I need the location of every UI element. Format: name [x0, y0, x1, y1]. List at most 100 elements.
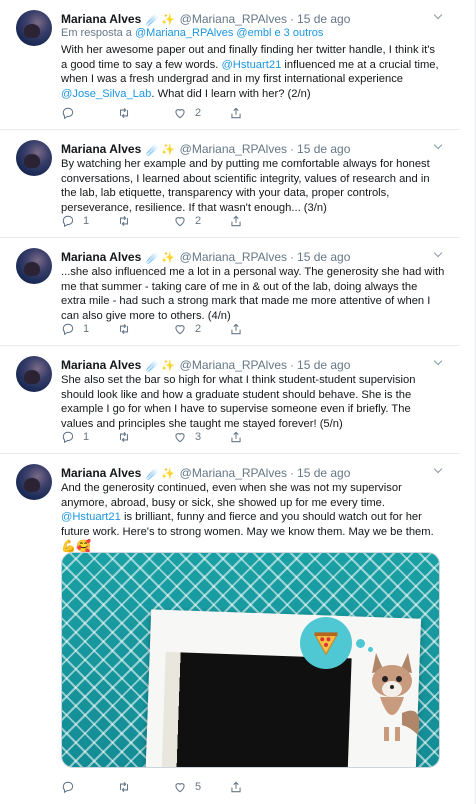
heart-icon [175, 433, 185, 443]
author-handle[interactable]: @Mariana_RPAlves [180, 358, 287, 372]
tweet-2[interactable]: Mariana Alves ☄️✨ @Mariana_RPAlves · 15 … [0, 0, 460, 130]
avatar[interactable] [16, 464, 52, 500]
text-line: extra mile - had such a strong mark that… [61, 295, 431, 307]
heart-icon [175, 325, 185, 335]
author-handle[interactable]: @Mariana_RPAlves [180, 142, 287, 156]
retweet-button[interactable] [117, 430, 139, 444]
like-button[interactable]: 3 [173, 430, 201, 444]
text-line: And the generosity continued, even when … [61, 482, 402, 494]
separator: · [290, 142, 295, 156]
avatar[interactable] [16, 248, 52, 284]
reply-prefix: Em resposta a [61, 27, 135, 39]
retweet-button[interactable] [117, 106, 139, 120]
author-name[interactable]: Mariana Alves [61, 142, 141, 156]
tweet-actions: 1 3 [61, 430, 301, 448]
tweet-text: With her awesome paper out and finally f… [61, 43, 445, 101]
tweet-actions: 2 [61, 106, 301, 124]
author-handle[interactable]: @Mariana_RPAlves [180, 250, 287, 264]
reply-button[interactable]: 1 [61, 214, 89, 228]
like-button[interactable]: 5 [173, 780, 201, 794]
chevron-down-icon[interactable] [432, 249, 444, 261]
text-line: With her awesome paper out and finally f… [61, 44, 436, 56]
chevron-down-icon[interactable] [432, 465, 444, 477]
separator: · [290, 12, 295, 26]
tweet-date[interactable]: 15 de ago [297, 12, 350, 26]
retweet-icon [119, 215, 129, 227]
like-count: 2 [195, 107, 202, 119]
author-emojis: ☄️✨ [146, 467, 176, 480]
like-button[interactable]: 2 [173, 214, 201, 228]
text-line: perseverance, resilience. If that wasn't… [61, 201, 327, 214]
author-handle[interactable]: @Mariana_RPAlves [180, 12, 287, 26]
share-icon [231, 781, 241, 793]
heart-icon [175, 783, 185, 793]
text-line: ...she also influenced me a lot in a per… [61, 266, 445, 278]
mention-link[interactable]: @Hstuart21 [61, 511, 121, 523]
tweet-4[interactable]: Mariana Alves ☄️✨ @Mariana_RPAlves · 15 … [0, 238, 460, 346]
tweet-actions: 5 [61, 780, 301, 798]
tweet-date[interactable]: 15 de ago [297, 358, 350, 372]
author-handle[interactable]: @Mariana_RPAlves [180, 466, 287, 480]
tweet-text: And the generosity continued, even when … [61, 481, 445, 554]
like-count: 5 [195, 781, 202, 793]
text-line: She also set the bar so high for what I … [61, 374, 416, 386]
like-count: 2 [195, 323, 202, 335]
share-button[interactable] [229, 430, 251, 444]
tweet-text: By watching her example and by putting m… [61, 157, 445, 215]
avatar[interactable] [16, 10, 52, 46]
author-name[interactable]: Mariana Alves [61, 250, 141, 264]
like-count: 2 [195, 215, 202, 227]
author-emojis: ☄️✨ [146, 359, 176, 372]
like-button[interactable]: 2 [173, 322, 201, 336]
reply-icon [62, 107, 74, 120]
reply-button[interactable]: 1 [61, 430, 89, 444]
retweet-button[interactable] [117, 322, 139, 336]
avatar[interactable] [16, 356, 52, 392]
reply-button[interactable] [61, 780, 83, 794]
reply-mentions-link[interactable]: @Mariana_RPAlves @embl e 3 outros [135, 27, 323, 39]
reply-button[interactable]: 1 [61, 322, 89, 336]
reply-button[interactable] [61, 106, 83, 120]
author-name[interactable]: Mariana Alves [61, 12, 141, 26]
share-button[interactable] [229, 322, 251, 336]
like-button[interactable]: 2 [173, 106, 201, 120]
tweet-date[interactable]: 15 de ago [297, 250, 350, 264]
mention-link[interactable]: @Hstuart21 [221, 59, 281, 71]
fox-sticker-icon [372, 653, 420, 741]
text-line: values and principles she taught me stay… [61, 417, 343, 430]
tweet-3[interactable]: Mariana Alves ☄️✨ @Mariana_RPAlves · 15 … [0, 130, 460, 238]
reply-count: 1 [83, 215, 90, 227]
tweet-date[interactable]: 15 de ago [297, 142, 350, 156]
text-line: @Hstuart21 is brilliant, funny and fierc… [61, 511, 422, 523]
author-name[interactable]: Mariana Alves [61, 358, 141, 372]
tweet-date[interactable]: 15 de ago [297, 466, 350, 480]
text-line: can also give more to others. (4/n) [61, 309, 231, 322]
mention-link[interactable]: @Jose_Silva_Lab [61, 88, 151, 100]
chevron-down-icon[interactable] [432, 11, 444, 23]
share-icon [231, 107, 241, 119]
tweet-header: Mariana Alves ☄️✨ @Mariana_RPAlves · 15 … [61, 248, 430, 266]
share-button[interactable] [229, 106, 251, 120]
share-button[interactable] [229, 780, 251, 794]
tweet-header: Mariana Alves ☄️✨ @Mariana_RPAlves · 15 … [61, 464, 430, 482]
separator: · [290, 358, 295, 372]
tweet-actions: 1 2 [61, 214, 301, 232]
author-name[interactable]: Mariana Alves [61, 466, 141, 480]
text-line: @Jose_Silva_Lab. What did I learn with h… [61, 87, 311, 100]
tweet-5[interactable]: Mariana Alves ☄️✨ @Mariana_RPAlves · 15 … [0, 346, 460, 454]
tweet-photo[interactable] [61, 552, 440, 768]
chevron-down-icon[interactable] [432, 141, 444, 153]
tweet-text: ...she also influenced me a lot in a per… [61, 265, 445, 323]
reply-context: Em resposta a @Mariana_RPAlves @embl e 3… [61, 27, 323, 39]
text-line: example I go for when I have to supervis… [61, 403, 411, 415]
retweet-button[interactable] [117, 214, 139, 228]
text-line: By watching her example and by putting m… [61, 158, 430, 170]
retweet-icon [119, 107, 129, 119]
retweet-button[interactable] [117, 780, 139, 794]
text-line: me that summer - taking care of me in & … [61, 280, 418, 293]
share-button[interactable] [229, 214, 251, 228]
avatar[interactable] [16, 140, 52, 176]
chevron-down-icon[interactable] [432, 357, 444, 369]
text-line: a good time to say a few words. @Hstuart… [61, 58, 439, 71]
reply-icon [62, 781, 74, 794]
